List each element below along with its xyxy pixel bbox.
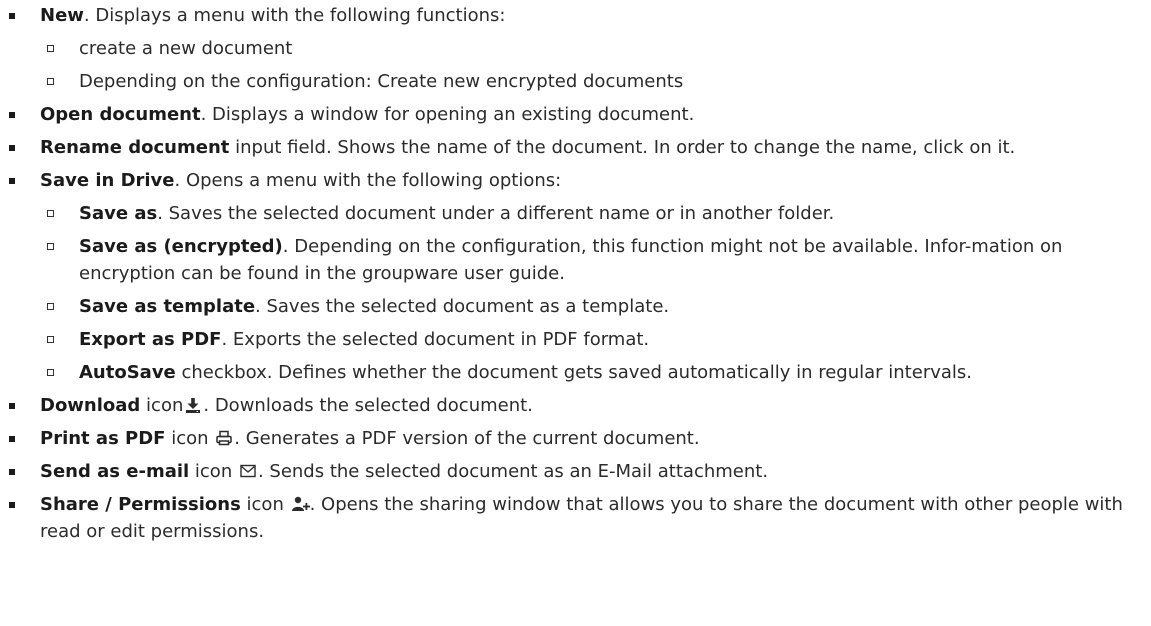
item-term: Send as e-mail [40,461,190,482]
hollow-square-bullet [47,243,54,250]
item-description: . Downloads the selected document. [203,395,533,416]
sub-list-item: Depending on the configuration: Create n… [47,68,1139,95]
item-term: Save in Drive [40,170,175,191]
download-icon [184,396,202,414]
item-icon-label: icon [189,461,238,482]
sub-list-item: AutoSave checkbox. Defines whether the d… [47,359,1139,386]
square-bullet [9,469,15,475]
list-item-download: Download icon . Downloads the selected do… [9,392,1139,419]
item-text: Send as e-mail icon . Sends the selected… [40,458,1139,485]
sub-list-item: Export as PDF. Exports the selected docu… [47,326,1139,353]
list-item-rename-document: Rename document input field. Shows the n… [9,134,1139,161]
list-item-send-as-email: Send as e-mail icon . Sends the selected… [9,458,1139,485]
item-term: Share / Permissions [40,494,241,515]
square-bullet [9,436,15,442]
sub-list: Save as. Saves the selected document und… [40,200,1139,386]
item-icon-label: icon [240,494,290,515]
print-icon [215,429,233,447]
list-item-share-permissions: Share / Permissions icon . Opens the sha… [9,491,1139,545]
item-description: . Displays a menu with the following fun… [83,5,506,26]
item-icon-label: icon [165,428,215,449]
feature-list: New. Displays a menu with the following … [9,2,1139,545]
item-description: . Opens a menu with the following option… [174,170,562,191]
item-term: Export as PDF [79,329,222,350]
item-text: Save as (encrypted). Depending on the co… [79,233,1139,287]
item-term: Open document [40,104,201,125]
sub-list-item: Save as (encrypted). Depending on the co… [47,233,1139,287]
hollow-square-bullet [47,369,54,376]
item-description: . Generates a PDF version of the current… [234,428,700,449]
item-description: . Displays a window for opening an exist… [200,104,695,125]
item-term: Save as template [79,296,256,317]
hollow-square-bullet [47,303,54,310]
item-text: Share / Permissions icon . Opens the sha… [40,491,1139,545]
hollow-square-bullet [47,210,54,217]
item-text: Open document. Displays a window for ope… [40,101,1139,128]
user-plus-icon [291,495,310,513]
square-bullet [9,178,15,184]
item-description: . Saves the selected document under a di… [157,203,835,224]
item-term: Print as PDF [40,428,166,449]
envelope-icon [239,462,257,480]
item-text: Save as template. Saves the selected doc… [79,293,1139,320]
item-term: Download [40,395,141,416]
sub-list-item: Save as template. Saves the selected doc… [47,293,1139,320]
sub-list-item: Save as. Saves the selected document und… [47,200,1139,227]
item-description: checkbox. Defines whether the document g… [175,362,973,383]
square-bullet [9,13,15,19]
hollow-square-bullet [47,78,54,85]
document-body: New. Displays a menu with the following … [0,2,1151,626]
item-description: create a new document [79,38,293,59]
square-bullet [9,112,15,118]
item-text: Export as PDF. Exports the selected docu… [79,326,1139,353]
sub-list: create a new document Depending on the c… [40,35,1139,95]
item-description: . Exports the selected document in PDF f… [221,329,650,350]
sub-list-item: create a new document [47,35,1139,62]
square-bullet [9,403,15,409]
item-text: Save as. Saves the selected document und… [79,200,1139,227]
item-term: AutoSave [79,362,176,383]
item-term: Rename document [40,137,230,158]
square-bullet [9,502,15,508]
item-term: Save as [79,203,158,224]
hollow-square-bullet [47,45,54,52]
item-text: Rename document input field. Shows the n… [40,134,1139,161]
item-text: Download icon . Downloads the selected do… [40,392,1139,419]
item-description: Depending on the configuration: Create n… [79,71,684,92]
item-term: Save as (encrypted) [79,236,283,257]
list-item-new: New. Displays a menu with the following … [9,2,1139,95]
item-text: New. Displays a menu with the following … [40,2,1139,29]
list-item-save-in-drive: Save in Drive. Opens a menu with the fol… [9,167,1139,386]
item-icon-label: icon [140,395,184,416]
item-description: . Sends the selected document as an E-Ma… [257,461,769,482]
hollow-square-bullet [47,336,54,343]
list-item-open-document: Open document. Displays a window for ope… [9,101,1139,128]
item-description: input field. Shows the name of the docum… [229,137,1016,158]
square-bullet [9,145,15,151]
item-text: Print as PDF icon . Generates a PDF vers… [40,425,1139,452]
item-text: AutoSave checkbox. Defines whether the d… [79,359,1139,386]
list-item-print-as-pdf: Print as PDF icon . Generates a PDF vers… [9,425,1139,452]
item-description: . Saves the selected document as a templ… [255,296,670,317]
item-text: Save in Drive. Opens a menu with the fol… [40,167,1139,194]
item-term: New [40,5,84,26]
